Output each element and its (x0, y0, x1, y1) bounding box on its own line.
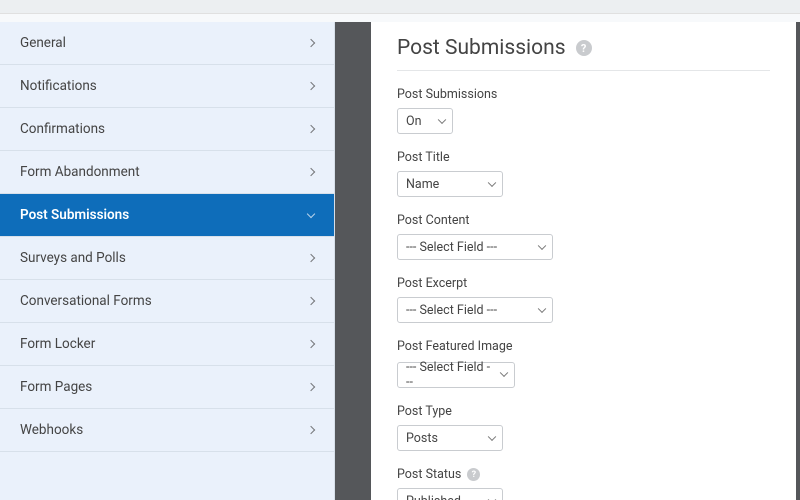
left-gutter (335, 22, 371, 500)
sidebar-item-confirmations[interactable]: Confirmations (0, 108, 334, 151)
sidebar-item-form-abandonment[interactable]: Form Abandonment (0, 151, 334, 194)
field-label: Post Submissions (397, 87, 770, 102)
settings-panel: Post Submissions ? Post Submissions On P… (371, 22, 800, 500)
sidebar-item-label: Conversational Forms (20, 293, 152, 309)
panel-title: Post Submissions (397, 36, 566, 60)
panel-title-row: Post Submissions ? (397, 36, 770, 71)
select-value: --- Select Field --- (397, 362, 515, 388)
select-value: Posts (397, 425, 503, 451)
chevron-right-icon (307, 383, 315, 391)
field-post-status: Post Status ? Published (397, 467, 770, 500)
select-value: --- Select Field --- (397, 234, 553, 260)
chevron-right-icon (307, 125, 315, 133)
chevron-right-icon (307, 340, 315, 348)
sidebar-item-post-submissions[interactable]: Post Submissions (0, 194, 334, 237)
sidebar-item-label: Form Pages (20, 379, 92, 395)
sidebar-item-label: Form Locker (20, 336, 95, 352)
chevron-right-icon (307, 39, 315, 47)
app-shell: General Notifications Confirmations Form… (0, 0, 800, 500)
select-value: Published (397, 488, 503, 500)
field-label: Post Featured Image (397, 339, 770, 354)
field-post-excerpt: Post Excerpt --- Select Field --- (397, 276, 770, 323)
chevron-right-icon (307, 254, 315, 262)
sidebar-item-conversational-forms[interactable]: Conversational Forms (0, 280, 334, 323)
window-subbar (0, 14, 800, 22)
field-post-submissions: Post Submissions On (397, 87, 770, 134)
sidebar-item-label: Post Submissions (20, 207, 129, 223)
select-value: On (397, 108, 453, 134)
field-post-type: Post Type Posts (397, 404, 770, 451)
select-post-excerpt[interactable]: --- Select Field --- (397, 297, 553, 323)
field-label: Post Excerpt (397, 276, 770, 291)
select-value: --- Select Field --- (397, 297, 553, 323)
window-topbar (0, 0, 800, 14)
sidebar-item-general[interactable]: General (0, 22, 334, 65)
chevron-right-icon (307, 82, 315, 90)
select-value: Name (397, 171, 503, 197)
field-label: Post Status (397, 467, 461, 482)
field-label-row: Post Status ? (397, 467, 770, 482)
sidebar-item-label: Surveys and Polls (20, 250, 126, 266)
select-post-status[interactable]: Published (397, 488, 503, 500)
sidebar-item-label: General (20, 35, 66, 51)
sidebar-item-notifications[interactable]: Notifications (0, 65, 334, 108)
chevron-down-icon (307, 209, 315, 217)
select-post-content[interactable]: --- Select Field --- (397, 234, 553, 260)
sidebar-item-webhooks[interactable]: Webhooks (0, 409, 334, 452)
field-post-content: Post Content --- Select Field --- (397, 213, 770, 260)
field-post-featured-image: Post Featured Image --- Select Field --- (397, 339, 770, 388)
sidebar-item-form-locker[interactable]: Form Locker (0, 323, 334, 366)
field-label: Post Title (397, 150, 770, 165)
field-label: Post Type (397, 404, 770, 419)
select-post-submissions[interactable]: On (397, 108, 453, 134)
chevron-right-icon (307, 168, 315, 176)
chevron-right-icon (307, 297, 315, 305)
select-post-type[interactable]: Posts (397, 425, 503, 451)
settings-sidebar: General Notifications Confirmations Form… (0, 22, 335, 500)
sidebar-item-surveys-polls[interactable]: Surveys and Polls (0, 237, 334, 280)
select-post-title[interactable]: Name (397, 171, 503, 197)
sidebar-item-label: Webhooks (20, 422, 83, 438)
sidebar-item-label: Confirmations (20, 121, 105, 137)
select-post-featured-image[interactable]: --- Select Field --- (397, 360, 515, 388)
sidebar-item-label: Form Abandonment (20, 164, 140, 180)
sidebar-item-form-pages[interactable]: Form Pages (0, 366, 334, 409)
sidebar-item-label: Notifications (20, 78, 97, 94)
field-post-title: Post Title Name (397, 150, 770, 197)
help-icon[interactable]: ? (576, 40, 592, 56)
field-label: Post Content (397, 213, 770, 228)
help-icon[interactable]: ? (467, 468, 480, 481)
chevron-right-icon (307, 426, 315, 434)
